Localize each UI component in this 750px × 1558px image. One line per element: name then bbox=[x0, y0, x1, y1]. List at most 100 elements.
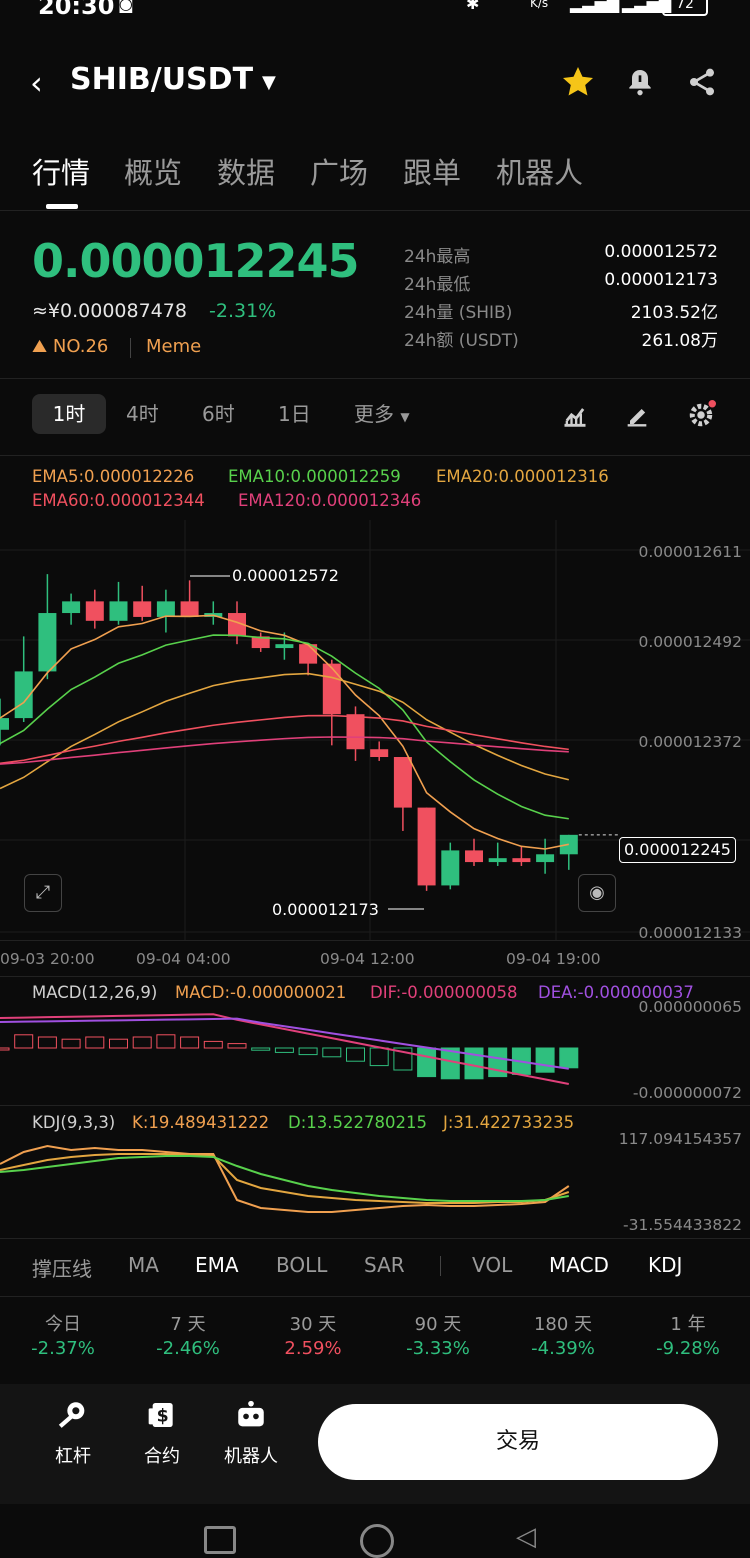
status-bar: 20:30 ◙ ✱ K/s ▂▃▅▆ ▂▃▅▆ 72 bbox=[0, 0, 750, 24]
candle-body bbox=[0, 718, 9, 730]
net-speed-label: K/s bbox=[530, 0, 549, 10]
timeframe-4h[interactable]: 4时 bbox=[126, 398, 159, 427]
divider bbox=[130, 338, 131, 358]
fullscreen-icon[interactable]: ⤢ bbox=[24, 874, 62, 912]
recent-apps-icon[interactable] bbox=[204, 1526, 236, 1554]
divider bbox=[0, 1105, 750, 1106]
divider bbox=[0, 455, 750, 456]
star-icon[interactable] bbox=[560, 64, 596, 100]
indicator-tab-sar[interactable]: SAR bbox=[364, 1253, 405, 1277]
time-axis-label: 09-04 04:00 bbox=[136, 950, 231, 968]
timeframe-1h[interactable]: 1时 bbox=[32, 394, 106, 434]
low-price-marker: 0.000012173 bbox=[272, 900, 379, 919]
eye-icon[interactable]: ◉ bbox=[578, 874, 616, 912]
back-icon[interactable]: ‹ bbox=[30, 64, 43, 102]
price-axis-label: 0.000012372 bbox=[638, 733, 742, 751]
status-time: 20:30 bbox=[38, 0, 115, 20]
caret-down-icon: ▼ bbox=[400, 410, 410, 424]
ema-line bbox=[0, 736, 569, 765]
macd-bar bbox=[132, 1036, 152, 1049]
tab-square[interactable]: 广场 bbox=[310, 150, 368, 192]
macd-bar bbox=[37, 1036, 57, 1049]
macd-bar bbox=[535, 1047, 555, 1073]
top-nav-bar: ‹ SHIB/USDT ▼ bbox=[0, 50, 750, 114]
perf-value: -4.39% bbox=[531, 1338, 595, 1359]
tab-overview[interactable]: 概览 bbox=[124, 150, 182, 192]
candle-body bbox=[109, 601, 128, 621]
tab-copy-trade[interactable]: 跟单 bbox=[403, 150, 461, 192]
indicator-tab-macd[interactable]: MACD bbox=[549, 1253, 609, 1277]
caret-down-icon[interactable]: ▼ bbox=[262, 72, 276, 93]
rank-label: NO.26 bbox=[52, 336, 109, 357]
macd-bar bbox=[346, 1047, 365, 1062]
indicator-tab-boll[interactable]: BOLL bbox=[276, 1253, 327, 1277]
divider bbox=[0, 378, 750, 379]
rank-badge[interactable]: ⛰ NO.26 bbox=[32, 336, 108, 357]
back-nav-icon[interactable]: ◁ bbox=[516, 1522, 536, 1552]
contract-button[interactable]: 合约 bbox=[122, 1442, 202, 1468]
tab-data[interactable]: 数据 bbox=[217, 150, 275, 192]
nfc-icon: ◙ bbox=[118, 0, 134, 13]
contract-icon: $ bbox=[122, 1398, 202, 1434]
stat-value-turnover: 261.08万 bbox=[641, 331, 718, 351]
perf-value: -2.46% bbox=[156, 1338, 220, 1359]
battery-icon: 72 bbox=[662, 0, 708, 16]
bluetooth-icon: ✱ bbox=[466, 0, 480, 13]
tab-active-indicator bbox=[46, 204, 78, 209]
indicator-tab-kdj[interactable]: KDJ bbox=[648, 1253, 682, 1277]
tab-robot[interactable]: 机器人 bbox=[496, 150, 583, 192]
divider bbox=[0, 940, 750, 941]
indicator-tab-support[interactable]: 撑压线 bbox=[32, 1253, 92, 1282]
candlestick-chart[interactable] bbox=[0, 520, 750, 940]
share-icon[interactable] bbox=[684, 64, 720, 100]
kdj-chart bbox=[0, 1144, 570, 1213]
indicator-tab-ema[interactable]: EMA bbox=[195, 1253, 239, 1277]
stat-label-turnover: 24h额 (USDT) bbox=[404, 331, 519, 351]
candle-body bbox=[370, 749, 389, 758]
perf-period: 今日 bbox=[45, 1314, 81, 1335]
kdj-axis-bottom: -31.554433822 bbox=[623, 1216, 742, 1234]
macd-bar bbox=[85, 1036, 105, 1049]
high-price-marker: 0.000012572 bbox=[232, 566, 339, 585]
robot-button[interactable]: 机器人 bbox=[211, 1442, 291, 1468]
macd-bar bbox=[559, 1047, 579, 1069]
price-axis-label: 0.000012611 bbox=[638, 543, 742, 561]
macd-bar bbox=[274, 1047, 294, 1053]
stat-label-high: 24h最高 bbox=[404, 247, 471, 267]
timeframe-6h[interactable]: 6时 bbox=[202, 398, 235, 427]
ema60-legend: EMA60:0.000012344 bbox=[32, 491, 205, 510]
macd-bar bbox=[227, 1043, 247, 1049]
perf-period: 90 天 bbox=[414, 1314, 462, 1335]
time-axis-label: 09-03 20:00 bbox=[0, 950, 95, 968]
ema5-legend: EMA5:0.000012226 bbox=[32, 467, 195, 486]
price-axis-label: 0.000012492 bbox=[638, 633, 742, 651]
home-icon[interactable] bbox=[360, 1524, 394, 1558]
candle-body bbox=[512, 858, 531, 863]
candle-body bbox=[322, 663, 341, 715]
leverage-button[interactable]: 杠杆 bbox=[33, 1442, 113, 1468]
candle-body bbox=[465, 850, 483, 863]
indicator-settings-icon[interactable] bbox=[560, 402, 590, 434]
leverage-icon bbox=[33, 1398, 113, 1434]
time-axis-label: 09-04 19:00 bbox=[506, 950, 601, 968]
timeframe-1d[interactable]: 1日 bbox=[278, 398, 311, 427]
last-price: 0.000012245 bbox=[32, 234, 360, 288]
indicator-tab-vol[interactable]: VOL bbox=[472, 1253, 512, 1277]
trade-button[interactable]: 交易 bbox=[318, 1404, 718, 1480]
ema10-legend: EMA10:0.000012259 bbox=[228, 467, 401, 486]
indicator-tab-ma[interactable]: MA bbox=[128, 1253, 159, 1277]
price-alert-icon[interactable] bbox=[622, 64, 658, 100]
ema-line bbox=[0, 634, 569, 820]
tab-market[interactable]: 行情 bbox=[32, 150, 90, 192]
ema-line bbox=[0, 672, 569, 790]
chart-settings-icon[interactable] bbox=[686, 400, 716, 434]
candle-body bbox=[393, 757, 412, 808]
candle-body bbox=[346, 714, 365, 750]
price-change: -2.31% bbox=[209, 300, 277, 322]
category-tag[interactable]: Meme bbox=[146, 336, 201, 357]
perf-period: 7 天 bbox=[170, 1314, 206, 1335]
draw-tool-icon[interactable] bbox=[622, 402, 652, 434]
timeframe-more[interactable]: 更多 ▼ bbox=[354, 398, 410, 427]
pair-title[interactable]: SHIB/USDT bbox=[70, 62, 253, 97]
candle-body bbox=[488, 858, 507, 863]
